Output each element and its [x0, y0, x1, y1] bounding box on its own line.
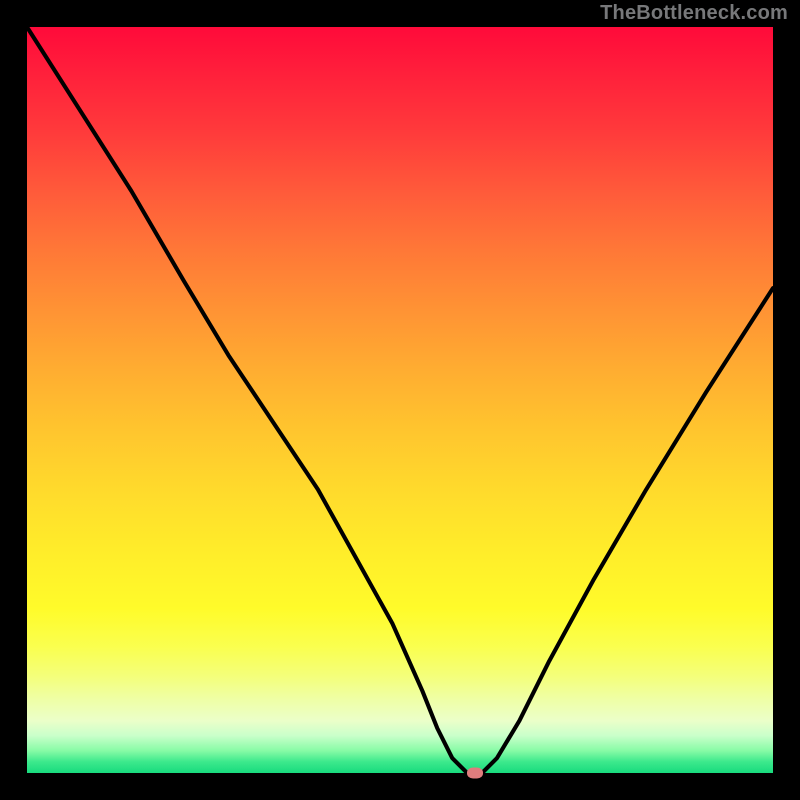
optimum-marker	[467, 768, 483, 779]
curve-path	[27, 27, 773, 773]
chart-frame: TheBottleneck.com	[0, 0, 800, 800]
bottleneck-curve	[27, 27, 773, 773]
plot-area	[27, 27, 773, 773]
attribution-label: TheBottleneck.com	[600, 2, 788, 25]
